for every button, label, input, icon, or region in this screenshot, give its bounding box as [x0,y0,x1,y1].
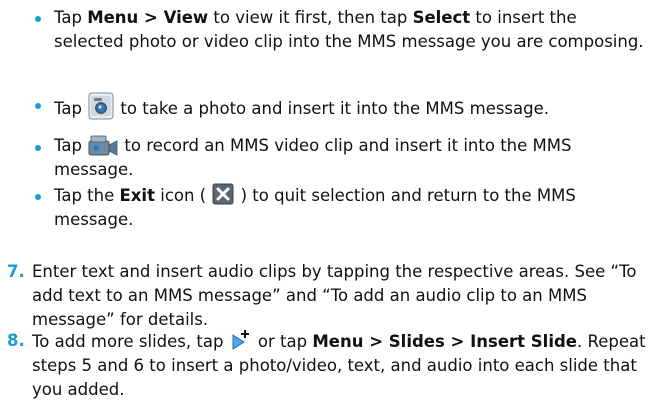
text: Tap [54,136,88,155]
step-number: 8. [7,331,25,350]
text: to take a photo and insert it into the M… [115,99,550,118]
bold-text: Menu > View [87,8,209,27]
step-text: or tap [252,332,313,351]
bullet-item-view-select: Tap Menu > View to view it first, then t… [54,6,644,54]
text: to record an MMS video clip and insert i… [54,136,572,179]
video-camera-icon [88,135,118,156]
bullet-dot [35,103,41,109]
bold-text: Select [412,8,471,27]
bullet-item-take-photo: Tap to take a photo and insert it into t… [54,92,644,121]
bullet-item-record-video: Tap to record an MMS video clip and inse… [54,134,644,182]
step-number: 7. [7,262,25,281]
step-8: 8. To add more slides, tap or tap Menu >… [7,329,652,402]
insert-slide-icon [232,330,249,350]
document-page: Tap Menu > View to view it first, then t… [0,0,659,403]
bullet-dot [35,194,41,200]
text: Tap [54,99,88,118]
bullet-dot [35,16,41,22]
bullet-dot [35,145,41,151]
bold-text: Exit [119,186,155,205]
step-text: To add more slides, tap [32,332,229,351]
text: Tap [54,8,88,27]
close-icon [212,183,234,205]
camera-icon [88,92,114,120]
text: icon ( [154,186,212,205]
bold-text: Menu > Slides > Insert Slide [312,332,577,351]
bullet-item-exit: Tap the Exit icon ( ) to quit selection … [54,183,644,232]
step-text: Enter text and insert audio clips by tap… [32,262,637,329]
step-7: 7. Enter text and insert audio clips by … [7,260,652,332]
text: to view it first, then tap [208,8,413,27]
text: Tap the [54,186,120,205]
